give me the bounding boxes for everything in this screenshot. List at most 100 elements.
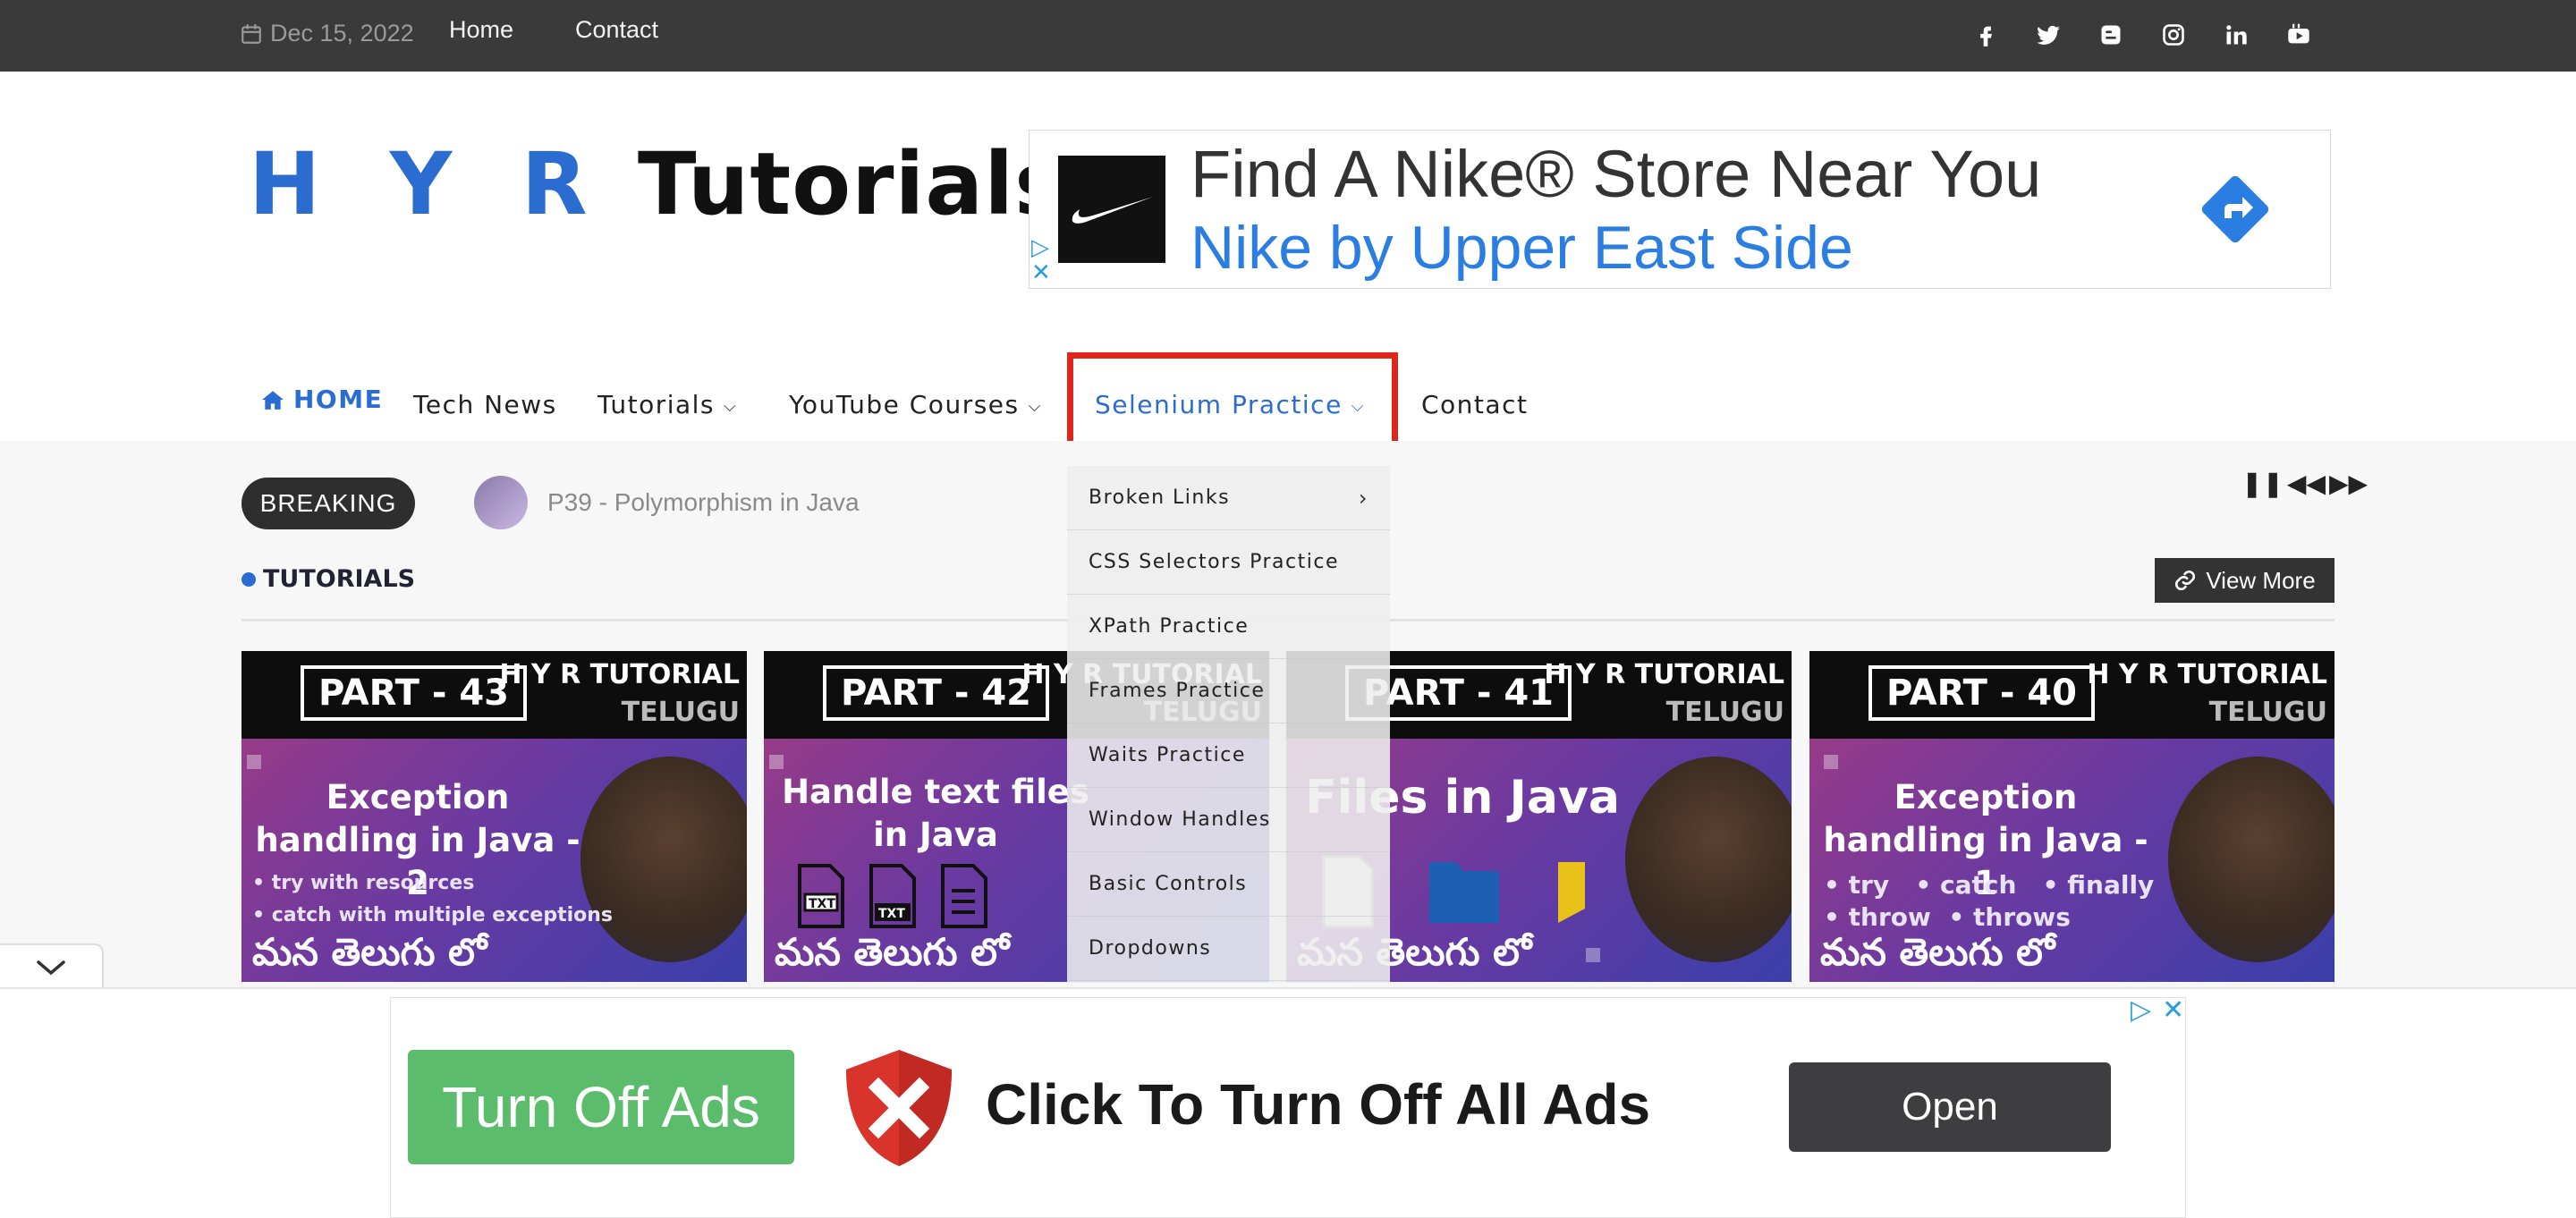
nav-home[interactable]: HOME: [261, 385, 383, 414]
blogger-icon[interactable]: [2096, 20, 2126, 50]
card-bullet: • throw • throws: [1824, 902, 2071, 932]
top-link-home[interactable]: Home: [449, 16, 513, 44]
date-text: Dec 15, 2022: [270, 20, 414, 47]
site-logo[interactable]: H Y R Tutorials: [249, 134, 1066, 234]
dropdown-item-frames[interactable]: Frames Practice: [1067, 659, 1390, 723]
dropdown-item-xpath[interactable]: XPath Practice: [1067, 595, 1390, 659]
dropdown-item-label: Basic Controls: [1089, 873, 1248, 895]
dropdown-item-window-handles[interactable]: Window Handles: [1067, 788, 1390, 852]
bottom-ad-headline: Click To Turn Off All Ads: [986, 1072, 1651, 1137]
link-icon: [2175, 570, 2196, 591]
dropdown-item-dropdowns[interactable]: Dropdowns: [1067, 917, 1390, 981]
card-bullet: • try • catch • finally: [1824, 870, 2155, 900]
adchoices-icon[interactable]: ▷ ✕: [2131, 994, 2184, 1026]
dropdown-item-label: Waits Practice: [1089, 744, 1246, 766]
nike-swoosh-icon: [1072, 197, 1153, 224]
card-brand: H Y R TUTORIAL TELUGU: [2087, 656, 2327, 732]
dropdown-item-broken-links[interactable]: Broken Links ›: [1067, 466, 1390, 530]
dropdown-item-label: Dropdowns: [1089, 937, 1212, 960]
top-bar: Dec 15, 2022 Home Contact: [0, 0, 2576, 72]
chevron-down-icon: ⌵: [1028, 397, 1042, 416]
dropdown-item-label: Frames Practice: [1089, 680, 1266, 702]
adchoices-play-icon[interactable]: ▷: [2131, 994, 2151, 1026]
text-file-icons: TXT TXT: [798, 864, 987, 928]
nav-youtube-courses[interactable]: YouTube Courses ⌵: [789, 390, 1042, 419]
pause-icon[interactable]: ❚❚: [2241, 469, 2284, 498]
nav-tutorials-label: Tutorials: [597, 390, 716, 419]
decorative-square: [1586, 948, 1600, 962]
adchoices-icon[interactable]: ▷ ✕: [1031, 234, 1051, 284]
card-brand-sub: TELUGU: [1665, 697, 1784, 728]
dropdown-item-waits[interactable]: Waits Practice: [1067, 723, 1390, 788]
ticker-headline[interactable]: P39 - Polymorphism in Java: [547, 488, 860, 517]
decorative-square: [769, 755, 784, 769]
nav-tech-news-label: Tech News: [413, 390, 557, 419]
card-bullet: • try with resources: [252, 872, 475, 894]
nav-tech-news[interactable]: Tech News: [413, 390, 557, 419]
card-bullets: • try with resources • catch with multip…: [252, 867, 613, 932]
card-brand-text: H Y R TUTORIAL: [2087, 659, 2327, 690]
home-icon: [262, 390, 284, 410]
nike-logo: [1058, 156, 1165, 263]
next-icon[interactable]: ▶▶: [2329, 469, 2368, 498]
facebook-icon[interactable]: [1970, 20, 2001, 50]
youtube-icon[interactable]: [2284, 20, 2314, 50]
logo-hyr: H Y R: [249, 134, 607, 234]
date-display: Dec 15, 2022: [240, 20, 414, 47]
nav-contact-label: Contact: [1421, 390, 1529, 419]
card-telugu-caption: మన తెలుగు లో: [1820, 930, 2055, 974]
tutorials-heading-text: TUTORIALS: [263, 565, 416, 593]
selenium-practice-dropdown: Broken Links › CSS Selectors Practice XPa…: [1067, 466, 1390, 983]
card-brand-sub: TELUGU: [2208, 697, 2327, 728]
card-bullet: • catch with multiple exceptions: [252, 904, 613, 926]
collapse-ad-toggle[interactable]: [0, 943, 104, 990]
turn-off-ads-button[interactable]: Turn Off Ads: [408, 1050, 794, 1164]
instagram-icon[interactable]: [2158, 20, 2189, 50]
tutorials-heading: TUTORIALS: [242, 565, 415, 593]
ad-headline: Find A Nike® Store Near You: [1191, 137, 2042, 211]
view-more-button[interactable]: View More: [2155, 558, 2334, 603]
presenter-photo: [1625, 757, 1792, 962]
nav-home-label: HOME: [293, 385, 384, 414]
linkedin-icon[interactable]: [2221, 20, 2251, 50]
tutorial-card[interactable]: PART - 40 H Y R TUTORIAL TELUGU Exception…: [1809, 651, 2334, 982]
dropdown-item-label: Window Handles: [1089, 808, 1271, 831]
chevron-down-icon: [37, 960, 65, 976]
card-telugu-caption: మన తెలుగు లో: [252, 930, 487, 974]
top-ad-banner[interactable]: Find A Nike® Store Near You Nike by Uppe…: [1029, 130, 2331, 289]
close-icon[interactable]: ✕: [2162, 994, 2184, 1026]
card-bullets: • try • catch • finally • throw • throws: [1824, 869, 2154, 934]
decorative-square: [247, 755, 261, 769]
shield-x-icon: [846, 1050, 952, 1166]
top-link-contact[interactable]: Contact: [575, 16, 658, 44]
view-more-label: View More: [2206, 566, 2316, 594]
card-brand: H Y R TUTORIAL TELUGU: [499, 656, 740, 732]
breaking-badge: BREAKING: [242, 478, 415, 529]
chevron-down-icon: ⌵: [724, 397, 738, 416]
card-part-label: PART - 42: [823, 665, 1050, 721]
dropdown-item-css-selectors[interactable]: CSS Selectors Practice: [1067, 530, 1390, 595]
card-part-label: PART - 43: [301, 665, 528, 721]
calendar-icon: [242, 23, 261, 44]
logo-tutorials: Tutorials: [606, 134, 1067, 234]
card-part-label: PART - 40: [1868, 665, 2096, 721]
tutorial-card[interactable]: PART - 43 H Y R TUTORIAL TELUGU Exception…: [242, 651, 747, 982]
chevron-right-icon: ›: [1358, 485, 1368, 511]
decorative-square: [1824, 755, 1838, 769]
dropdown-item-basic-controls[interactable]: Basic Controls: [1067, 852, 1390, 917]
ticker-thumbnail[interactable]: [474, 476, 528, 529]
ad-subline: Nike by Upper East Side: [1191, 214, 1853, 282]
dropdown-item-label: Broken Links: [1089, 486, 1231, 509]
svg-text:TXT: TXT: [809, 897, 835, 911]
card-brand-text: H Y R TUTORIAL: [499, 659, 740, 690]
nav-contact[interactable]: Contact: [1421, 390, 1528, 419]
card-telugu-caption: మన తెలుగు లో: [775, 930, 1010, 974]
open-button[interactable]: Open: [1789, 1062, 2111, 1152]
dropdown-item-label: CSS Selectors Practice: [1089, 551, 1339, 573]
previous-icon[interactable]: ◀◀: [2287, 469, 2326, 498]
directions-arrow-icon[interactable]: [2192, 166, 2278, 252]
card-brand: H Y R TUTORIAL TELUGU: [1544, 656, 1784, 732]
nav-tutorials[interactable]: Tutorials ⌵: [597, 390, 737, 419]
card-brand-text: H Y R TUTORIAL: [1544, 659, 1784, 690]
twitter-icon[interactable]: [2033, 20, 2063, 50]
